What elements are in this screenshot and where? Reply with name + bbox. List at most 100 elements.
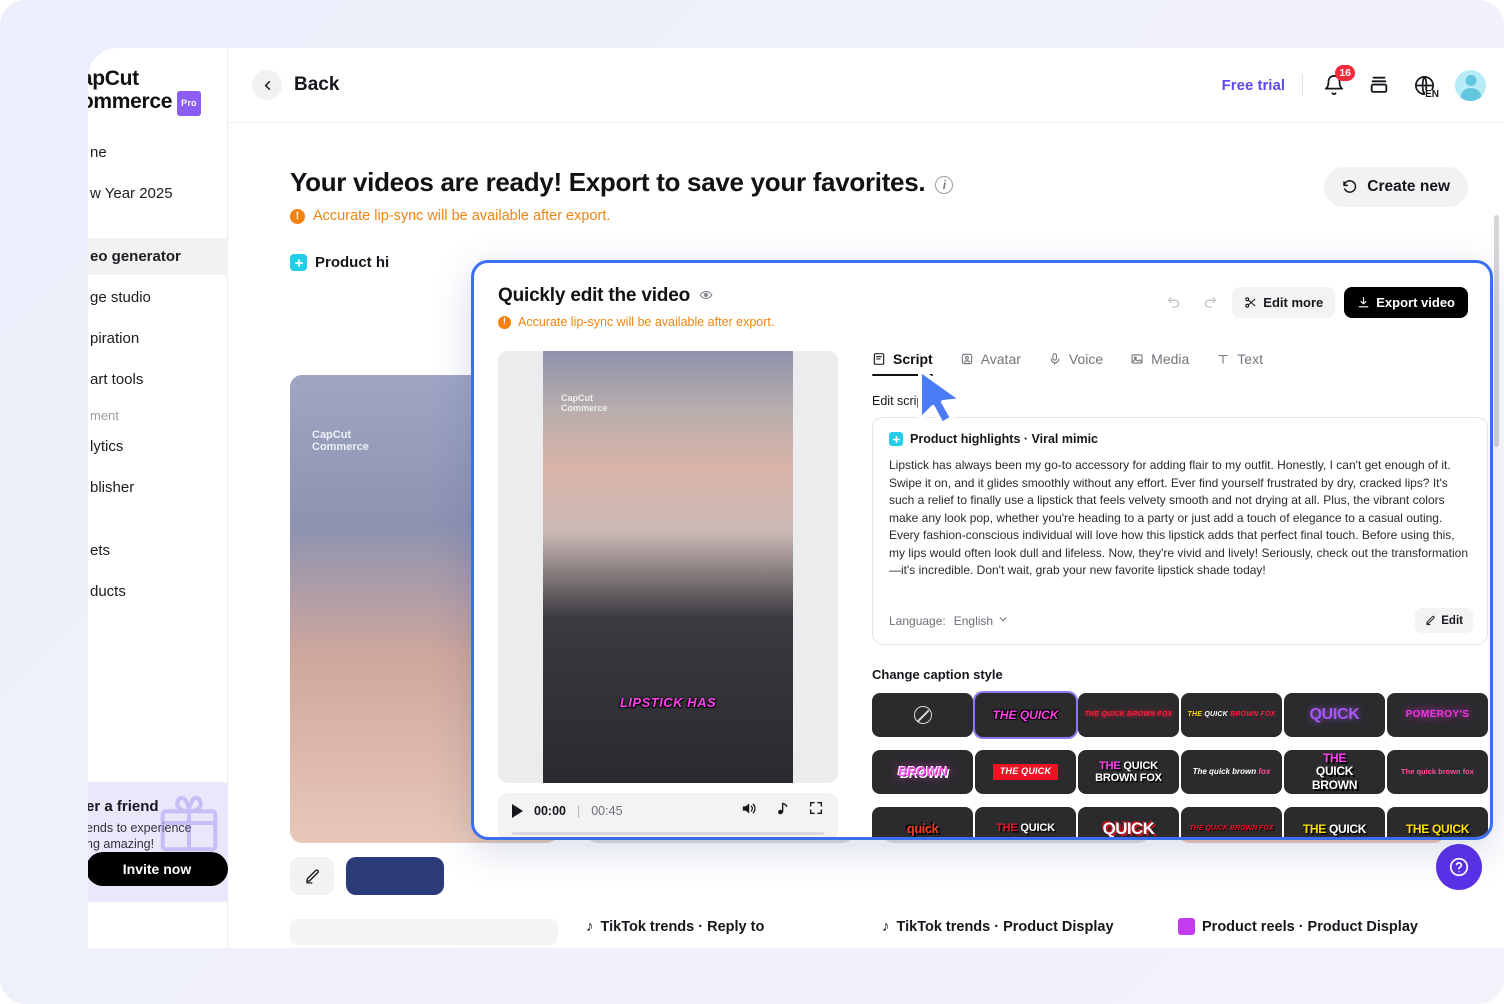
fullscreen-button[interactable] (808, 800, 824, 821)
caption-style-the-quick-yellow[interactable]: THE QUICK (1387, 807, 1488, 840)
download-icon (1357, 296, 1370, 309)
caption-style-the-yellow-quick-white[interactable]: THE QUICK (1284, 807, 1385, 840)
sidebar-item-inspiration[interactable]: piration (88, 320, 240, 357)
video-card-label-2: ♪ TikTok trends · Reply to (586, 918, 854, 935)
pencil-icon (1425, 615, 1436, 626)
caption-preview-text: The quick brown fox (1193, 768, 1271, 776)
sidebar-item-analytics[interactable]: lytics (88, 428, 240, 465)
caption-style-quick-big-white[interactable]: QUICK (1078, 807, 1179, 840)
play-button[interactable] (512, 804, 523, 818)
video-card-label-text: TikTok trends · Product Display (897, 919, 1114, 935)
script-icon (872, 352, 886, 366)
sidebar: CapCut Commerce Pro ne w Year 2025 eo ge… (88, 48, 228, 948)
script-text[interactable]: Lipstick has always been my go-to access… (889, 457, 1471, 580)
modal-title: Quickly edit the video (498, 285, 690, 307)
back-label: Back (294, 74, 339, 96)
caption-preview-text: POMEROY'S (1406, 710, 1470, 721)
refresh-icon (1342, 179, 1358, 195)
top-bar: Back Free trial 16 (228, 48, 1504, 123)
caption-style-quick-red-bubble[interactable]: quick (872, 807, 973, 840)
edit-script-button[interactable]: Edit (1415, 608, 1473, 633)
help-button[interactable] (1436, 844, 1482, 890)
tab-media[interactable]: Media (1130, 351, 1189, 376)
caption-style-three-line-outline[interactable]: THEQUICKBROWN (1284, 750, 1385, 794)
create-new-button[interactable]: Create new (1324, 167, 1468, 207)
caption-style-none[interactable] (872, 693, 973, 737)
progress-bar[interactable] (512, 832, 824, 835)
refer-a-friend-card: er a friend ends to experience ng amazin… (88, 782, 236, 902)
nav-spacer-2 (88, 510, 240, 532)
undo-button[interactable] (1160, 289, 1187, 316)
tab-voice[interactable]: Voice (1048, 351, 1103, 376)
player-right-icons (740, 800, 824, 822)
caption-style-quick-magenta[interactable]: THE QUICK (975, 693, 1076, 737)
free-trial-link[interactable]: Free trial (1222, 77, 1285, 94)
script-editor[interactable]: Product highlights · Viral mimic Lipstic… (872, 417, 1488, 645)
caption-style-red-outline-small[interactable]: THE QUICK BROWN FOX (1181, 807, 1282, 840)
caption-preview-text: quick (907, 822, 938, 836)
primary-action-button[interactable] (346, 857, 444, 895)
edit-more-button[interactable]: Edit more (1232, 287, 1335, 318)
sidebar-item-label: blisher (90, 479, 134, 496)
sidebar-item-new-year-2025[interactable]: w Year 2025 (88, 175, 240, 212)
chevron-left-icon (252, 70, 282, 100)
caption-style-red-glow-small[interactable]: THE QUICK BROWN FOX (1078, 693, 1179, 737)
language-value[interactable]: English (954, 614, 993, 628)
sidebar-item-assets[interactable]: ets (88, 532, 240, 569)
tab-avatar[interactable]: Avatar (960, 351, 1021, 376)
voice-icon (1048, 352, 1062, 366)
export-video-button[interactable]: Export video (1344, 287, 1468, 318)
tab-label: Script (893, 351, 933, 367)
caption-style-two-line-magenta-white[interactable]: THE QUICKBROWN FOX (1078, 750, 1179, 794)
scrollbar-thumb[interactable] (1494, 215, 1499, 447)
modal-body: CapCut Commerce LIPSTICK HAS 00:00 | 00:… (474, 329, 1490, 840)
tab-text[interactable]: Text (1216, 351, 1263, 376)
caption-style-brown-neon[interactable]: BROWN (872, 750, 973, 794)
caption-style-script-pink[interactable]: The quick brown fox (1181, 750, 1282, 794)
sidebar-item-label: piration (90, 330, 139, 347)
script-tag: Product highlights · Viral mimic (889, 432, 1471, 446)
caption-style-pink-thin[interactable]: The quick brown fox (1387, 750, 1488, 794)
editor-panel: Script Avatar Voice (872, 351, 1488, 840)
sidebar-item-label: w Year 2025 (90, 185, 173, 202)
sidebar-item-products[interactable]: ducts (88, 573, 240, 610)
video-card-label-4: Product reels · Product Display (1178, 918, 1446, 935)
avatar[interactable] (1455, 70, 1486, 101)
caption-style-the-red-quick-white[interactable]: THE QUICK (975, 807, 1076, 840)
language-button[interactable]: EN (1410, 71, 1438, 99)
caption-style-quick-purple-glow[interactable]: QUICK (1284, 693, 1385, 737)
sidebar-item-label: ge studio (90, 289, 151, 306)
tasks-button[interactable] (1365, 71, 1393, 99)
brand-logo[interactable]: CapCut Commerce Pro (88, 68, 246, 114)
video-preview[interactable]: CapCut Commerce LIPSTICK HAS (498, 351, 838, 783)
music-note-icon (774, 800, 791, 817)
capcut-watermark: CapCut Commerce (312, 429, 369, 453)
sidebar-item-publisher[interactable]: blisher (88, 469, 240, 506)
edit-pencil-button[interactable] (290, 857, 334, 895)
music-button[interactable] (774, 800, 791, 822)
info-icon[interactable]: i (935, 176, 953, 194)
watermark-line2: Commerce (561, 403, 608, 413)
caption-style-pomeroys-pink[interactable]: POMEROY'S (1387, 693, 1488, 737)
back-button[interactable]: Back (252, 70, 339, 100)
caption-style-yellow-white-red[interactable]: THE QUICK BROWN FOX (1181, 693, 1282, 737)
notifications-button[interactable]: 16 (1320, 71, 1348, 99)
sidebar-section-management: ment (88, 402, 240, 428)
tab-script[interactable]: Script (872, 351, 933, 376)
sidebar-item-home[interactable]: ne (88, 134, 240, 171)
plus-glyph (294, 258, 304, 268)
chevron-down-icon[interactable] (998, 614, 1008, 627)
caption-preview-text: THE QUICK (1303, 823, 1366, 836)
sidebar-item-video-generator[interactable]: eo generator (88, 238, 240, 275)
caption-preview-text: THE QUICK (993, 709, 1059, 722)
row2-label-placeholder (290, 918, 558, 935)
eye-icon[interactable] (699, 288, 713, 305)
invite-now-button[interactable]: Invite now (88, 852, 228, 886)
volume-button[interactable] (740, 800, 757, 822)
caption-style-red-box[interactable]: THE QUICK (975, 750, 1076, 794)
question-mark-icon (1448, 856, 1470, 878)
redo-button[interactable] (1196, 289, 1223, 316)
video-frame: CapCut Commerce LIPSTICK HAS (543, 351, 793, 783)
sidebar-item-image-studio[interactable]: ge studio (88, 279, 240, 316)
sidebar-item-smart-tools[interactable]: art tools (88, 361, 240, 398)
